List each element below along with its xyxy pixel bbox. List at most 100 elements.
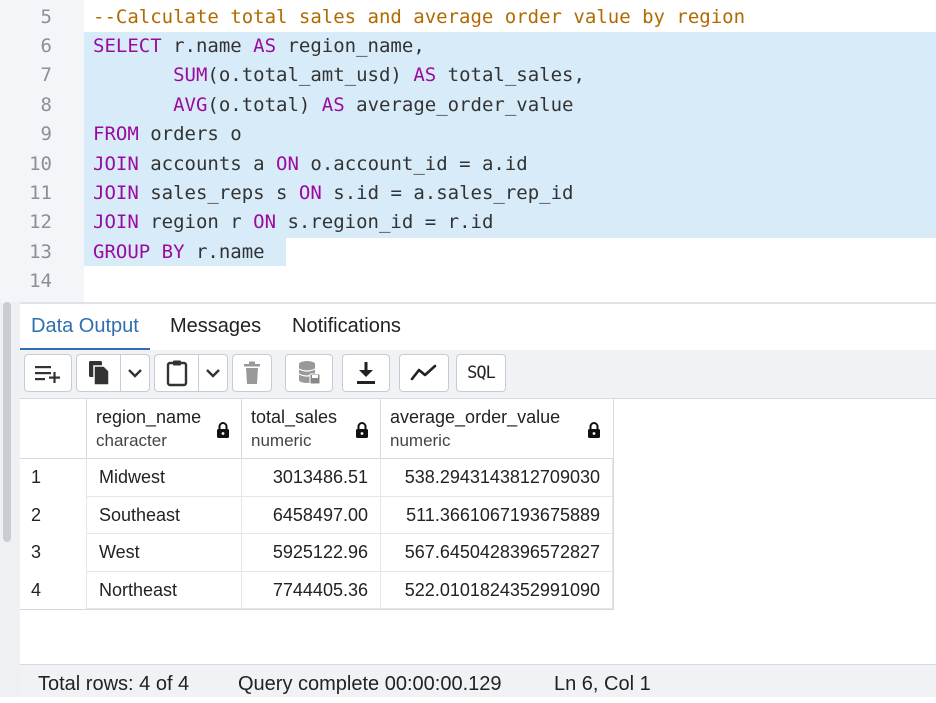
column-type: numeric — [390, 431, 451, 450]
table-cell[interactable]: 7744405.36 — [242, 571, 381, 610]
table-cell[interactable]: Southeast — [87, 496, 242, 535]
table-cell[interactable]: West — [87, 534, 242, 572]
sql-keyword: JOIN — [93, 211, 139, 234]
sql-token: sales_reps s — [138, 181, 299, 204]
tab-data-output[interactable]: Data Output — [20, 304, 150, 350]
code-line[interactable]: --Calculate total sales and average orde… — [93, 3, 745, 32]
sql-keyword: ON — [276, 152, 299, 175]
tab-notifications[interactable]: Notifications — [281, 304, 412, 350]
sql-keyword: AS — [253, 34, 277, 57]
sql-keyword: AS — [321, 93, 345, 116]
sql-keyword: SELECT — [93, 34, 162, 57]
chevron-down-icon — [206, 369, 220, 378]
graph-icon — [410, 364, 437, 381]
sql-keyword: ON — [298, 181, 322, 204]
table-cell[interactable]: 567.6450428396572827 — [381, 534, 613, 572]
sql-keyword: JOIN — [93, 152, 139, 175]
sql-token: accounts a — [138, 152, 277, 175]
add-row-button[interactable] — [24, 354, 72, 392]
column-header-total-sales[interactable]: total_sales numeric — [242, 399, 381, 459]
lock-icon — [217, 422, 229, 438]
code-line[interactable]: AVG(o.total) AS average_order_value — [93, 91, 573, 120]
left-scroll-rail — [0, 302, 20, 697]
table-cell[interactable]: 3013486.51 — [242, 459, 381, 497]
column-name: average_order_value — [390, 407, 561, 427]
cursor-position-status: Ln 6, Col 1 — [554, 673, 651, 695]
sql-keyword: GROUP BY — [93, 240, 185, 263]
sql-keyword: ON — [253, 211, 277, 234]
code-line[interactable]: JOIN accounts a ON o.account_id = a.id — [93, 150, 528, 179]
copy-options-dropdown[interactable] — [120, 354, 150, 392]
table-row[interactable]: 2 Southeast 6458497.00 511.3661067193675889 — [20, 496, 613, 535]
sql-keyword: SUM — [173, 64, 208, 87]
code-line[interactable]: GROUP BY r.name — [93, 238, 265, 267]
row-number[interactable]: 3 — [20, 534, 87, 572]
data-output-grid: region_name character total_sales numeri… — [20, 399, 614, 610]
chevron-down-icon — [128, 369, 142, 378]
table-row[interactable]: 3 West 5925122.96 567.6450428396572827 — [20, 534, 613, 572]
save-data-button[interactable] — [285, 354, 333, 392]
line-number: 12 — [29, 211, 52, 234]
code-line[interactable]: FROM orders o — [93, 120, 242, 149]
sql-token: s.id = a.sales_rep_id — [321, 181, 574, 204]
code-line[interactable]: JOIN region r ON s.region_id = r.id — [93, 208, 493, 237]
lock-icon — [588, 422, 600, 438]
delete-row-button[interactable] — [232, 354, 272, 392]
download-button[interactable] — [342, 354, 390, 392]
column-header-average-order-value[interactable]: average_order_value numeric — [381, 399, 614, 459]
code-line[interactable]: SELECT r.name AS region_name, — [93, 32, 425, 61]
line-number: 8 — [40, 93, 52, 116]
table-cell[interactable]: 6458497.00 — [242, 496, 381, 535]
paste-icon — [166, 360, 187, 387]
row-number[interactable]: 4 — [20, 571, 87, 610]
sql-label: SQL — [467, 363, 496, 383]
scrollbar-thumb[interactable] — [3, 302, 11, 542]
table-row[interactable]: 4 Northeast 7744405.36 522.0101824352991090 — [20, 571, 613, 610]
tab-messages[interactable]: Messages — [159, 304, 272, 350]
sql-token: orders o — [138, 123, 242, 146]
sql-token: r.name — [161, 34, 254, 57]
data-output-toolbar: SQL — [20, 350, 936, 399]
sql-keyword: JOIN — [93, 181, 139, 204]
paste-button[interactable] — [154, 354, 198, 392]
row-number-header[interactable] — [20, 399, 87, 459]
table-cell[interactable]: Midwest — [87, 459, 242, 497]
sql-keyword: AS — [413, 64, 437, 87]
graph-visualiser-button[interactable] — [399, 354, 449, 392]
copy-button[interactable] — [76, 354, 120, 392]
row-number[interactable]: 2 — [20, 496, 87, 535]
table-cell[interactable]: 5925122.96 — [242, 534, 381, 572]
sql-token: (o.total_amt_usd) — [207, 64, 414, 87]
line-number-gutter: 5 6 7 8 9 10 11 12 13 14 — [0, 0, 84, 302]
line-number: 9 — [40, 123, 52, 146]
paste-options-dropdown[interactable] — [198, 354, 228, 392]
code-line[interactable]: SUM(o.total_amt_usd) AS total_sales, — [93, 61, 585, 90]
sql-token: o.account_id = a.id — [298, 152, 528, 175]
table-cell[interactable]: 522.0101824352991090 — [381, 571, 613, 610]
sql-comment: --Calculate total sales and average orde… — [93, 5, 746, 28]
column-name: total_sales — [251, 407, 338, 427]
table-row[interactable]: 1 Midwest 3013486.51 538.2943143812709030 — [20, 459, 613, 497]
sql-button[interactable]: SQL — [456, 354, 506, 392]
delete-icon — [244, 361, 260, 384]
total-rows-status: Total rows: 4 of 4 — [38, 673, 190, 695]
table-cell[interactable]: Northeast — [87, 571, 242, 610]
code-line[interactable]: JOIN sales_reps s ON s.id = a.sales_rep_… — [93, 179, 573, 208]
table-cell[interactable]: 538.2943143812709030 — [381, 459, 613, 497]
sql-token: region r — [138, 211, 254, 234]
sql-editor[interactable]: 5 6 7 8 9 10 11 12 13 14 --Calculate total sales … — [0, 0, 936, 302]
sql-token: region_name, — [276, 34, 425, 57]
column-header-region-name[interactable]: region_name character — [87, 399, 242, 459]
sql-token: average_order_value — [344, 93, 574, 116]
result-tabs: Data Output Messages Notifications — [20, 304, 936, 350]
copy-icon — [88, 361, 110, 386]
line-number: 11 — [29, 181, 52, 204]
row-number[interactable]: 1 — [20, 459, 87, 497]
column-type: character — [96, 431, 167, 450]
table-cell[interactable]: 511.3661067193675889 — [381, 496, 613, 535]
column-type: numeric — [251, 431, 312, 450]
column-name: region_name — [96, 407, 202, 427]
sql-token: s.region_id = r.id — [276, 211, 494, 234]
